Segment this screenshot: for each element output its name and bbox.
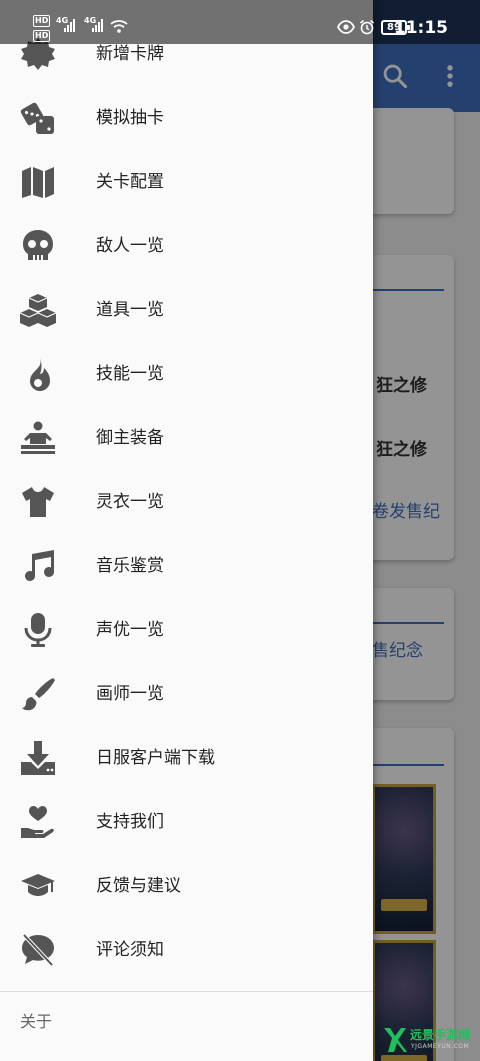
menu-item-label: 技能一览 xyxy=(96,364,164,384)
status-bar: HD HD 4G 4G 89 11:15 xyxy=(0,0,480,44)
menu-item-enemies[interactable]: 敌人一览 xyxy=(0,214,373,278)
tshirt-icon xyxy=(22,487,54,517)
watermark-logo-icon xyxy=(384,1028,407,1052)
menu-item-label: 模拟抽卡 xyxy=(96,108,164,128)
menu-item-label: 反馈与建议 xyxy=(96,876,181,896)
watermark-title: 远景手游网 xyxy=(410,1028,471,1042)
clock: 11:15 xyxy=(393,18,448,38)
menu-item-voice-actors[interactable]: 声优一览 xyxy=(0,598,373,662)
menu-item-skills[interactable]: 技能一览 xyxy=(0,342,373,406)
menu-item-stage-config[interactable]: 关卡配置 xyxy=(0,150,373,214)
skull-icon xyxy=(23,230,53,260)
menu-item-label: 关卡配置 xyxy=(96,172,164,192)
about-link[interactable]: 关于 xyxy=(20,1008,52,1032)
signal-icon xyxy=(64,18,75,32)
flame-icon xyxy=(30,358,50,391)
menu-item-master-equipment[interactable]: 御主装备 xyxy=(0,406,373,470)
person-table-icon xyxy=(21,421,55,454)
hd-badge: HD xyxy=(33,30,51,42)
menu-item-gacha-sim[interactable]: 模拟抽卡 xyxy=(0,86,373,150)
menu-item-illustrators[interactable]: 画师一览 xyxy=(0,662,373,726)
menu-item-music[interactable]: 音乐鉴赏 xyxy=(0,534,373,598)
hd-badge: HD xyxy=(33,15,51,27)
dice-icon xyxy=(20,102,54,134)
menu-item-label: 道具一览 xyxy=(96,300,164,320)
menu-item-label: 御主装备 xyxy=(96,428,164,448)
navigation-drawer: 新增卡牌 模拟抽卡 关卡配置 敌人一览 道具一览 技能一览 御主装备 灵衣一览 … xyxy=(0,0,373,1061)
eye-icon xyxy=(337,20,355,34)
menu-item-label: 音乐鉴赏 xyxy=(96,556,164,576)
hand-heart-icon xyxy=(21,806,54,838)
menu-item-label: 支持我们 xyxy=(96,812,164,832)
wifi-icon xyxy=(110,20,128,33)
menu-item-label: 评论须知 xyxy=(96,940,164,960)
menu-item-label: 敌人一览 xyxy=(96,236,164,256)
microphone-icon xyxy=(24,613,52,647)
paintbrush-icon xyxy=(22,678,55,711)
menu-item-support-us[interactable]: 支持我们 xyxy=(0,790,373,854)
menu-item-label: 画师一览 xyxy=(96,684,164,704)
cubes-icon xyxy=(20,294,56,327)
menu-item-label: 灵衣一览 xyxy=(96,492,164,512)
download-icon xyxy=(21,741,55,775)
signal-icon xyxy=(92,18,103,32)
watermark: 远景手游网 YJGAMEYUN.COM xyxy=(380,1022,478,1056)
alarm-icon xyxy=(359,19,375,35)
map-icon xyxy=(22,167,54,198)
watermark-subtitle: YJGAMEYUN.COM xyxy=(411,1043,470,1050)
comment-off-icon xyxy=(22,933,54,967)
music-note-icon xyxy=(25,550,54,581)
menu-item-jp-client-download[interactable]: 日服客户端下载 xyxy=(0,726,373,790)
menu-item-feedback[interactable]: 反馈与建议 xyxy=(0,854,373,918)
drawer-divider xyxy=(0,991,373,992)
menu-item-label: 声优一览 xyxy=(96,620,164,640)
graduation-cap-icon xyxy=(21,874,55,896)
menu-item-costumes[interactable]: 灵衣一览 xyxy=(0,470,373,534)
menu-item-label: 日服客户端下载 xyxy=(96,748,215,768)
menu-item-items[interactable]: 道具一览 xyxy=(0,278,373,342)
menu-item-comment-rules[interactable]: 评论须知 xyxy=(0,918,373,982)
